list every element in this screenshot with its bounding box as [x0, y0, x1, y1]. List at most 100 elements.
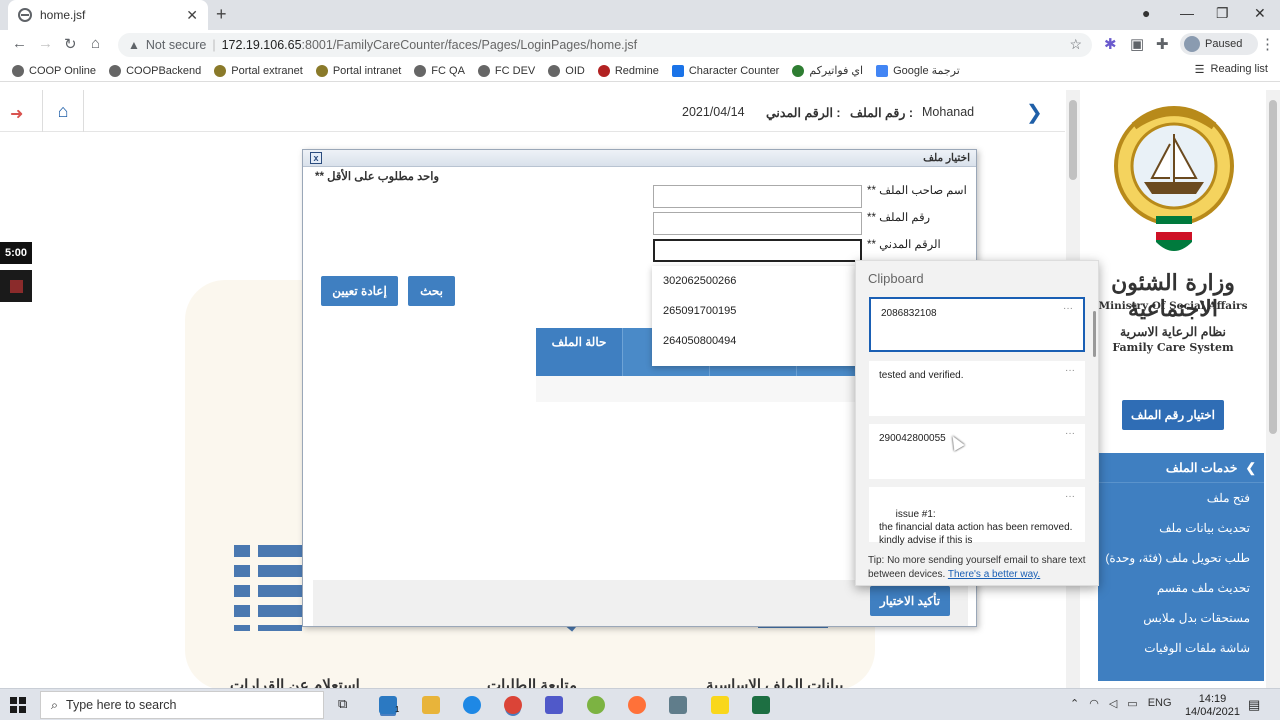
autocomplete-option[interactable]: 265091700195	[652, 296, 857, 326]
civil-id-field[interactable]	[653, 239, 862, 262]
bookmark-item[interactable]: Redmine	[597, 64, 659, 77]
security-label[interactable]: Not secure	[146, 38, 206, 52]
puzzle-icon[interactable]: ✚	[1156, 35, 1169, 53]
file-explorer-icon[interactable]	[422, 696, 440, 714]
language-indicator[interactable]: ENG	[1148, 697, 1172, 710]
bookmark-item[interactable]: اي فواتيركم	[792, 64, 863, 77]
logout-icon[interactable]: ➜	[10, 104, 23, 124]
stop-recording-button[interactable]	[0, 270, 32, 302]
more-options-icon[interactable]: ···	[1065, 364, 1075, 377]
file-services-header[interactable]: خدمات الملف ❮	[1098, 453, 1264, 483]
close-tab-icon[interactable]: ✕	[186, 7, 198, 24]
extension-icon[interactable]: ✱	[1104, 35, 1117, 53]
task-view-icon[interactable]: ⧉	[338, 696, 356, 714]
taskbar-search-box[interactable]: ⌕ Type here to search	[40, 691, 324, 719]
service-item[interactable]: طلب تحويل ملف (فئة، وحدة)	[1098, 543, 1264, 573]
dialog-titlebar[interactable]: x اختيار ملف	[303, 150, 976, 167]
search-button[interactable]: بحث	[408, 276, 455, 306]
profile-status: Paused	[1205, 38, 1243, 50]
excel-icon[interactable]	[752, 696, 770, 714]
back-icon[interactable]: ←	[12, 35, 27, 52]
forward-icon[interactable]: →	[38, 35, 53, 52]
clipboard-tip-link[interactable]: There's a better way.	[948, 569, 1040, 580]
chevron-right-icon[interactable]: ❯	[1026, 100, 1043, 125]
bookmark-star-icon[interactable]: ☆	[1069, 36, 1082, 53]
tile-title[interactable]: استعلام عن القرارات	[230, 676, 360, 688]
network-icon[interactable]: ◠	[1089, 697, 1099, 710]
home-button[interactable]: ⌂	[42, 90, 84, 132]
teams-icon[interactable]	[545, 696, 563, 714]
bookmark-item[interactable]: Portal intranet	[315, 64, 401, 77]
clipboard-tip: Tip: No more sending yourself email to s…	[868, 554, 1094, 582]
extension-icon-2[interactable]: ▣	[1130, 35, 1144, 53]
bookmark-item[interactable]: FC QA	[414, 64, 465, 77]
profile-button[interactable]: Paused	[1180, 33, 1258, 55]
close-icon[interactable]: x	[310, 152, 322, 164]
autocomplete-option[interactable]: 302062500266	[652, 266, 857, 296]
close-window-button[interactable]: ✕	[1254, 5, 1266, 22]
sticky-notes-icon[interactable]	[711, 696, 729, 714]
battery-icon[interactable]: ▭	[1127, 697, 1137, 710]
clipboard-item[interactable]: 290042800055 ···	[869, 424, 1085, 479]
service-item[interactable]: مستحقات بدل ملابس	[1098, 603, 1264, 633]
new-tab-button[interactable]: +	[216, 4, 227, 25]
clipboard-scrollbar[interactable]	[1093, 311, 1096, 357]
speaker-icon[interactable]: ◁	[1109, 697, 1117, 710]
service-item[interactable]: فتح ملف	[1098, 483, 1264, 513]
more-options-icon[interactable]: ···	[1065, 427, 1075, 440]
scrollbar-thumb[interactable]	[1069, 100, 1077, 180]
media-control-icon[interactable]: ●	[1142, 5, 1150, 21]
menu-icon[interactable]: ⋮	[1260, 35, 1275, 53]
bookmark-item[interactable]: FC DEV	[477, 64, 535, 77]
firefox-icon[interactable]	[628, 696, 646, 714]
more-options-icon[interactable]: ···	[1063, 302, 1073, 315]
bookmark-item[interactable]: OID	[548, 64, 585, 77]
civil-id-field-label: ** الرقم المدني	[867, 239, 941, 251]
scrollbar[interactable]	[1266, 90, 1280, 688]
service-item[interactable]: شاشة ملفات الوفيات	[1098, 633, 1264, 663]
bookmark-item[interactable]: COOP Online	[12, 64, 96, 77]
browser-tab-strip: home.jsf ✕ + ● — ❐ ✕	[0, 0, 1280, 30]
select-file-number-button[interactable]: اختيار رقم الملف	[1122, 400, 1224, 430]
clipboard-item[interactable]: tested and verified. ···	[869, 361, 1085, 416]
service-item[interactable]: تحديث بيانات ملف	[1098, 513, 1264, 543]
notification-icon[interactable]: ▤	[1248, 697, 1260, 713]
tile-title[interactable]: بيانات الملف الاساسية	[706, 676, 843, 688]
warning-icon[interactable]: ▲	[128, 38, 140, 52]
service-item[interactable]: تحديث ملف مقسم	[1098, 573, 1264, 603]
taskbar-search-placeholder: Type here to search	[66, 698, 177, 712]
tile-title[interactable]: متابعة الطلبات	[487, 676, 577, 688]
app-icon[interactable]	[587, 696, 605, 714]
browser-tab[interactable]: home.jsf ✕	[8, 0, 208, 30]
globe-icon	[18, 8, 32, 22]
chrome-icon[interactable]	[504, 696, 522, 714]
maximize-button[interactable]: ❐	[1216, 5, 1229, 22]
bookmark-item[interactable]: Google ترجمة	[876, 64, 960, 77]
scrollbar-thumb[interactable]	[1269, 100, 1277, 434]
windows-start-icon[interactable]	[10, 697, 26, 713]
clipboard-item[interactable]: issue #1: the financial data action has …	[869, 487, 1085, 546]
teamviewer-icon[interactable]	[463, 696, 481, 714]
bookmark-icon	[12, 64, 24, 77]
remote-desktop-icon[interactable]	[669, 696, 687, 714]
address-bar[interactable]: ▲ Not secure | 172.19.106.65:8001/Family…	[118, 33, 1092, 57]
clock[interactable]: 14:19 14/04/2021	[1185, 693, 1240, 719]
home-icon[interactable]: ⌂	[91, 35, 100, 52]
minimize-button[interactable]: —	[1180, 5, 1194, 21]
confirm-selection-button[interactable]: تأكيد الاختيار	[870, 586, 950, 616]
bookmark-item[interactable]: COOPBackend	[109, 64, 201, 77]
owner-name-field[interactable]	[653, 185, 862, 208]
chevron-up-icon[interactable]: ⌃	[1070, 697, 1079, 710]
clipboard-item[interactable]: 2086832108 ···	[869, 297, 1085, 352]
reload-icon[interactable]: ↻	[64, 35, 77, 53]
page-content: ➜ ⌂ 2021/04/14 الرقم المدني : رقم الملف …	[0, 90, 1280, 688]
bookmark-item[interactable]: Portal extranet	[214, 64, 303, 77]
bookmark-item[interactable]: Character Counter	[671, 64, 779, 77]
autocomplete-option[interactable]: 264050800494	[652, 326, 857, 356]
reading-list-button[interactable]: ☰ Reading list	[1195, 63, 1268, 76]
more-options-icon[interactable]: ···	[1065, 490, 1075, 503]
file-number-field[interactable]	[653, 212, 862, 235]
tab-file-status[interactable]: حالة الملف	[536, 328, 623, 376]
reset-button[interactable]: إعادة تعيين	[321, 276, 398, 306]
stop-icon	[9, 279, 23, 293]
